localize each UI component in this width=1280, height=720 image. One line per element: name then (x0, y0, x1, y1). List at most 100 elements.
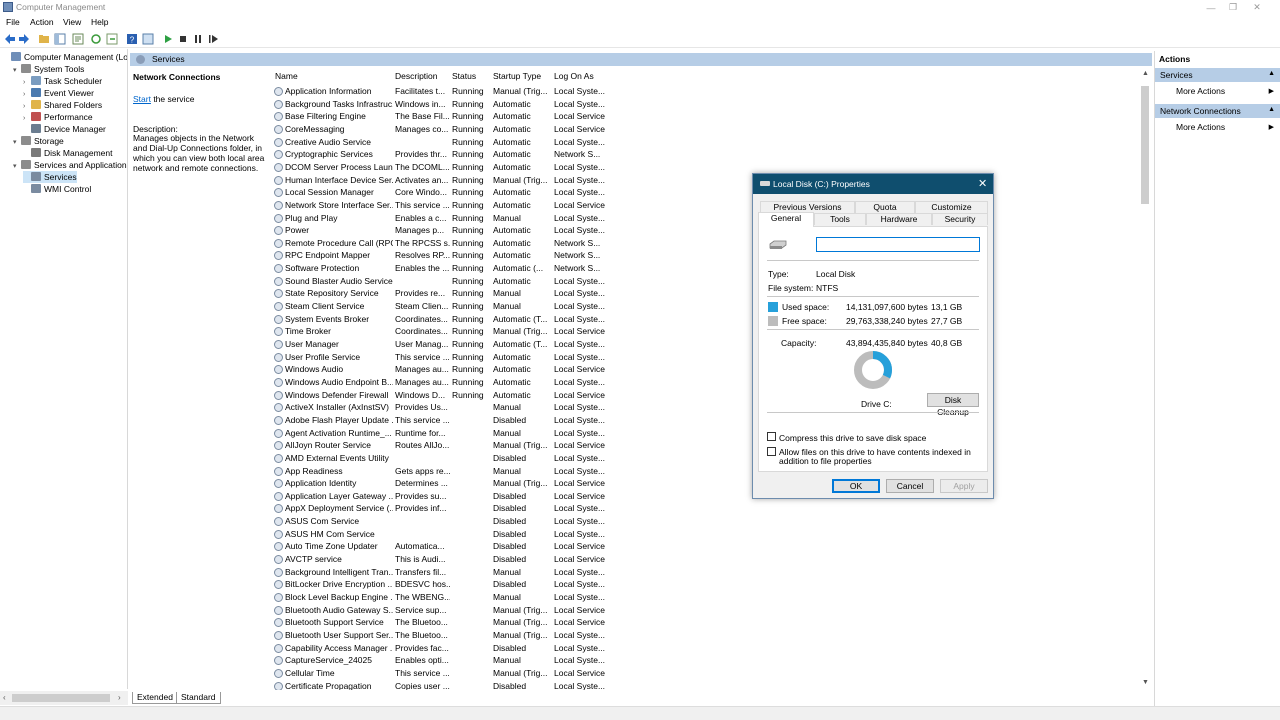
tab-standard[interactable]: Standard (176, 692, 221, 704)
table-row[interactable]: Power Manages p... Running Automatic Local S… (270, 224, 1130, 237)
refresh-icon[interactable] (90, 33, 102, 45)
menu-view[interactable]: View (63, 17, 81, 27)
tree-item[interactable]: ▾ Services and Applications (13, 159, 127, 173)
show-hide-tree-icon[interactable] (54, 33, 66, 45)
tab-extended[interactable]: Extended (132, 692, 178, 704)
table-row[interactable]: ActiveX Installer (AxInstSV) Provides Us.… (270, 401, 1130, 414)
tab-hardware[interactable]: Hardware (866, 213, 932, 225)
table-row[interactable]: Software Protection Enables the ... Runnin… (270, 262, 1130, 275)
close-button[interactable]: ✕ (1234, 0, 1280, 15)
table-row[interactable]: Application Layer Gateway ... Provides su… (270, 490, 1130, 503)
table-row[interactable]: Remote Procedure Call (RPC) The RPCSS s..… (270, 237, 1130, 250)
table-row[interactable]: Bluetooth Audio Gateway S... Service sup.… (270, 604, 1130, 617)
back-arrow-icon[interactable] (4, 33, 16, 45)
table-row[interactable]: RPC Endpoint Mapper Resolves RP... Running… (270, 249, 1130, 262)
table-row[interactable]: Background Intelligent Tran... Transfers … (270, 566, 1130, 579)
expand-arrow-icon[interactable]: ▾ (13, 137, 21, 149)
tab-security[interactable]: Security (932, 213, 988, 225)
drive-name-input[interactable] (816, 237, 980, 252)
table-row[interactable]: AllJoyn Router Service Routes AllJo... Man… (270, 439, 1130, 452)
table-row[interactable]: Windows Audio Endpoint B... Manages au...… (270, 376, 1130, 389)
table-row[interactable]: Agent Activation Runtime_... Runtime for.… (270, 427, 1130, 440)
tree-item[interactable]: WMI Control (23, 183, 91, 195)
table-row[interactable]: Plug and Play Enables a c... Running Manual… (270, 212, 1130, 225)
table-row[interactable]: Network Store Interface Ser... This servi… (270, 199, 1130, 212)
properties-icon[interactable] (72, 33, 84, 45)
expand-arrow-icon[interactable]: ▾ (13, 161, 21, 173)
tree-item[interactable]: Computer Management (Local (3, 51, 127, 63)
export-list-icon[interactable] (106, 33, 118, 45)
collapse-arrow-icon[interactable]: ▲ (1268, 70, 1275, 77)
table-row[interactable]: AMD External Events Utility Disabled Local… (270, 452, 1130, 465)
menu-file[interactable]: File (6, 17, 20, 27)
table-row[interactable]: Steam Client Service Steam Clien... Runnin… (270, 300, 1130, 313)
tree-item[interactable]: Services (23, 171, 77, 183)
table-row[interactable]: User Profile Service This service ... Runn… (270, 351, 1130, 364)
column-header[interactable]: Status (452, 71, 476, 83)
table-row[interactable]: Time Broker Coordinates... Running Manual (… (270, 325, 1130, 338)
table-row[interactable]: BitLocker Drive Encryption ... BDESVC hos… (270, 578, 1130, 591)
table-row[interactable]: Application Information Facilitates t... R… (270, 85, 1130, 98)
services-scroll-thumb[interactable] (1141, 86, 1149, 204)
more-actions-network[interactable]: More Actions (1176, 122, 1225, 132)
table-row[interactable]: DCOM Server Process Laun... The DCOML... R… (270, 161, 1130, 174)
table-row[interactable]: Background Tasks Infrastruc... Windows in… (270, 98, 1130, 111)
table-row[interactable]: Sound Blaster Audio Service Running Automa… (270, 275, 1130, 288)
table-row[interactable]: AVCTP service This is Audi... Disabled Loca… (270, 553, 1130, 566)
tab-quota[interactable]: Quota (855, 201, 915, 213)
actions-section-services[interactable]: Services ▲ (1155, 68, 1280, 82)
table-row[interactable]: App Readiness Gets apps re... Manual Local … (270, 465, 1130, 478)
tree-item[interactable]: ▾ Storage (13, 135, 64, 147)
forward-arrow-icon[interactable] (18, 33, 30, 45)
table-row[interactable]: Windows Audio Manages au... Running Automat… (270, 363, 1130, 376)
table-row[interactable]: Windows Defender Firewall Windows D... Run… (270, 389, 1130, 402)
column-header[interactable]: Description (395, 71, 438, 83)
apply-button[interactable]: Apply (940, 479, 988, 493)
table-row[interactable]: Auto Time Zone Updater Automatica... Disab… (270, 540, 1130, 553)
table-row[interactable]: AppX Deployment Service (... Provides inf… (270, 502, 1130, 515)
tree-item[interactable]: ▾ System Tools (13, 63, 84, 75)
services-vertical-scrollbar[interactable]: ▲ ▼ (1138, 68, 1152, 690)
tab-general[interactable]: General (758, 212, 814, 227)
table-row[interactable]: Local Session Manager Core Windo... Runnin… (270, 186, 1130, 199)
actions-section-network-connections[interactable]: Network Connections ▲ (1155, 104, 1280, 118)
collapse-arrow-icon[interactable]: ▲ (1268, 106, 1275, 113)
tree-item[interactable]: Device Manager (23, 123, 106, 135)
ok-button[interactable]: OK (832, 479, 880, 493)
tree-item[interactable]: Disk Management (23, 147, 113, 159)
table-row[interactable]: CaptureService_24025 Enables opti... Manua… (270, 654, 1130, 667)
cancel-button[interactable]: Cancel (886, 479, 934, 493)
column-header[interactable]: Log On As (554, 71, 594, 83)
table-row[interactable]: System Events Broker Coordinates... Runnin… (270, 313, 1130, 326)
scroll-right-icon[interactable]: › (118, 693, 121, 702)
start-service-icon[interactable] (162, 33, 174, 45)
more-actions-services[interactable]: More Actions (1176, 86, 1225, 96)
up-folder-icon[interactable] (38, 33, 50, 45)
menu-help[interactable]: Help (91, 17, 108, 27)
column-header[interactable]: Startup Type (493, 71, 541, 83)
table-row[interactable]: ASUS Com Service Disabled Local Syste... (270, 515, 1130, 528)
pause-service-icon[interactable] (192, 33, 204, 45)
stop-service-icon[interactable] (177, 33, 189, 45)
table-row[interactable]: Base Filtering Engine The Base Fil... Runn… (270, 110, 1130, 123)
tree-item[interactable]: › Performance (23, 111, 93, 123)
compress-checkbox[interactable] (767, 432, 776, 441)
table-row[interactable]: Creative Audio Service Running Automatic Lo… (270, 136, 1130, 149)
tab-tools[interactable]: Tools (814, 213, 866, 225)
help-icon[interactable]: ? (126, 33, 138, 45)
menu-action[interactable]: Action (30, 17, 54, 27)
tab-customize[interactable]: Customize (915, 201, 988, 213)
scroll-up-icon[interactable]: ▲ (1142, 70, 1149, 77)
tree-item[interactable]: › Shared Folders (23, 99, 102, 111)
table-row[interactable]: Block Level Backup Engine ... The WBENG..… (270, 591, 1130, 604)
table-row[interactable]: Bluetooth Support Service The Bluetoo... M… (270, 616, 1130, 629)
restart-service-icon[interactable] (207, 33, 219, 45)
tree-scroll-thumb[interactable] (12, 694, 110, 702)
dialog-close-icon[interactable]: ✕ (978, 177, 987, 190)
table-row[interactable]: Adobe Flash Player Update ... This servic… (270, 414, 1130, 427)
expand-arrow-icon[interactable]: ▾ (13, 65, 21, 77)
tree-item[interactable]: › Event Viewer (23, 87, 94, 99)
table-row[interactable]: Cryptographic Services Provides thr... Run… (270, 148, 1130, 161)
disk-cleanup-button[interactable]: Disk Cleanup (927, 393, 979, 417)
index-checkbox[interactable] (767, 447, 776, 456)
